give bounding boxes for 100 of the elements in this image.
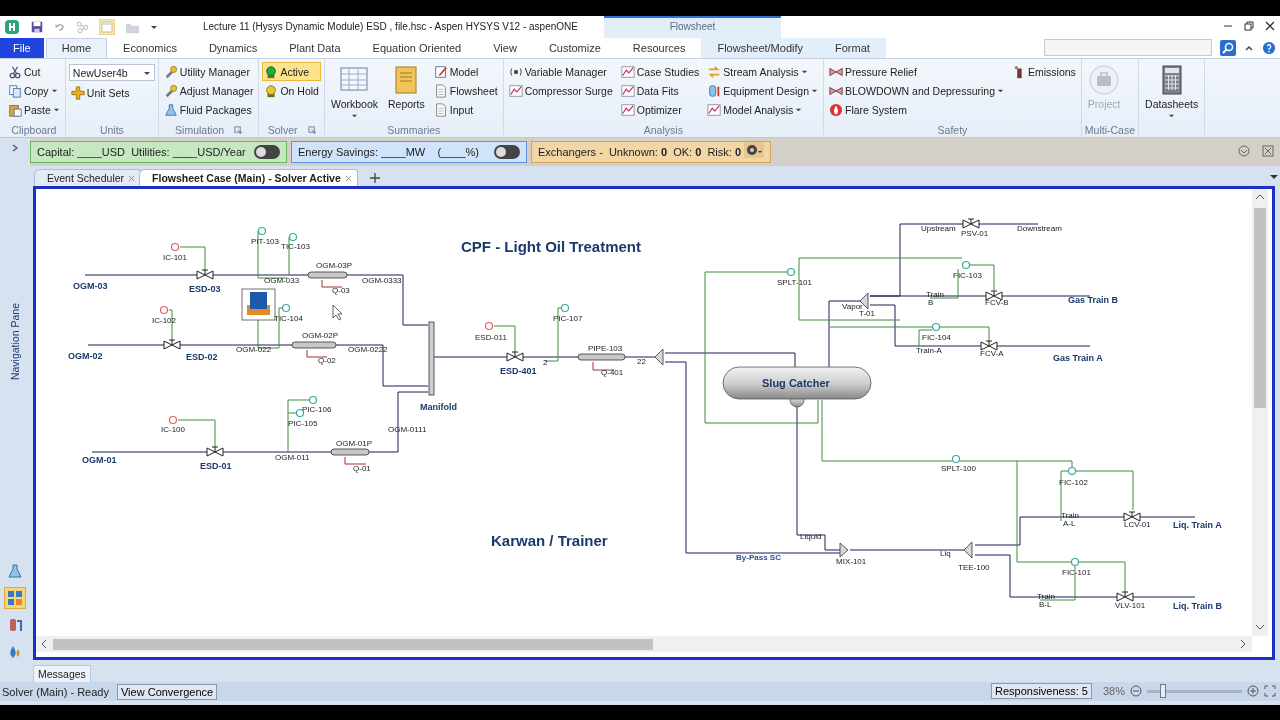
ribbon-tab[interactable]: File	[0, 38, 44, 58]
ribbon-button[interactable]: BLOWDOWN and Depressuring	[827, 81, 1006, 100]
ribbon-button[interactable]: Data Fits	[618, 81, 702, 100]
stream-label: ESD-401	[500, 366, 537, 376]
controller-icon[interactable]	[931, 322, 941, 332]
ribbon-button[interactable]: Model Analysis	[705, 100, 821, 119]
network-icon[interactable]	[76, 20, 89, 34]
view-convergence-button[interactable]: View Convergence	[117, 683, 218, 700]
ribbon-tab[interactable]: Customize	[532, 38, 617, 58]
ribbon-button[interactable]: Active	[262, 62, 321, 81]
ribbon-tab[interactable]: Plant Data	[273, 38, 357, 58]
save-icon[interactable]	[30, 20, 44, 34]
stream-label: ESD-01	[200, 461, 232, 471]
navigation-pane-label[interactable]: Navigation Pane	[9, 303, 21, 381]
ribbon-button[interactable]: Fluid Packages	[161, 100, 256, 119]
controller-icon[interactable]	[961, 260, 971, 270]
ribbon-button[interactable]: Case Studies	[618, 62, 702, 81]
ribbon-button[interactable]: Model	[431, 62, 500, 81]
nav-tool-button[interactable]	[4, 587, 26, 610]
controller-icon[interactable]	[1070, 557, 1080, 567]
toggle-switch[interactable]	[254, 145, 280, 159]
controller-icon[interactable]	[951, 454, 961, 464]
restore-icon[interactable]	[1243, 20, 1255, 32]
ribbon-button[interactable]: Reports	[385, 62, 428, 118]
ribbon-tab[interactable]: Resources	[616, 38, 702, 58]
ribbon-button[interactable]: Unit Sets	[68, 83, 155, 102]
close-icon[interactable]	[1264, 20, 1276, 32]
ribbon-button[interactable]: Paste	[6, 100, 62, 119]
undo-icon[interactable]	[54, 21, 66, 33]
group-title: Summaries	[387, 123, 441, 136]
unit-set-dropdown[interactable]: NewUser4b	[68, 64, 155, 81]
controller-icon[interactable]	[308, 395, 318, 405]
ribbon-button[interactable]: On Hold	[262, 81, 321, 100]
ribbon-button[interactable]: Cut	[6, 62, 62, 81]
controller-icon[interactable]	[168, 415, 178, 425]
controller-icon[interactable]	[484, 321, 494, 331]
ribbon-tab[interactable]: Format	[819, 38, 886, 58]
caret-icon[interactable]	[150, 23, 158, 31]
app-logo-icon[interactable]	[4, 19, 20, 35]
pfd-icon[interactable]	[241, 288, 276, 321]
stream-label: Liq. Train B	[1173, 601, 1222, 611]
ribbon-button[interactable]: Utility Manager	[161, 62, 256, 81]
zoom-slider-thumb[interactable]	[1160, 683, 1167, 698]
ribbon-tab[interactable]: Dynamics	[192, 38, 274, 58]
valve-icon	[962, 218, 980, 229]
toggle-switch[interactable]	[494, 145, 520, 159]
expand-chevron-icon[interactable]	[10, 143, 20, 153]
ribbon-button[interactable]: Adjust Manager	[161, 81, 256, 100]
scrollbar-thumb[interactable]	[1254, 207, 1266, 408]
messages-tab[interactable]: Messages	[33, 665, 91, 682]
search-field[interactable]	[1044, 39, 1212, 56]
panel-text: Energy Savings: ____MW (____%)	[298, 146, 479, 158]
ribbon-button[interactable]: Datasheets	[1142, 62, 1202, 118]
ribbon-button[interactable]: Stream Analysis	[705, 62, 821, 81]
ribbon-button[interactable]: Variable Manager	[506, 62, 615, 81]
controller-icon[interactable]	[560, 303, 570, 313]
window-title: Lecture 11 (Hysys Dynamic Module) ESD , file.hsc - Aspen HYSYS V12 - aspenONE	[203, 21, 578, 32]
chart-icon	[707, 102, 722, 117]
ribbon-tab[interactable]: Flowsheet/Modify	[701, 38, 819, 58]
wrench-icon	[163, 64, 178, 79]
stream-label: Manifold	[420, 402, 457, 412]
ribbon-button[interactable]: Input	[431, 100, 500, 119]
dialog-launcher-icon[interactable]	[307, 125, 316, 134]
scrollbar-thumb[interactable]	[53, 638, 653, 650]
controller-icon[interactable]	[281, 303, 291, 313]
controller-icon[interactable]	[159, 305, 169, 315]
ribbon-tab[interactable]: Equation Oriented	[356, 38, 478, 58]
ribbon-button[interactable]: Pressure Relief	[827, 62, 1006, 81]
controller-icon[interactable]	[1067, 466, 1077, 476]
ribbon-button[interactable]: Compressor Surge	[506, 81, 615, 100]
controller-icon[interactable]	[170, 242, 180, 252]
controller-icon[interactable]	[257, 226, 267, 236]
zoom-out-icon[interactable]	[1130, 685, 1142, 697]
ribbon-button[interactable]: Workbook	[327, 62, 381, 118]
controller-icon[interactable]	[786, 267, 796, 277]
fit-view-icon[interactable]	[1264, 685, 1276, 697]
ribbon-button[interactable]: Flare System	[827, 100, 1006, 119]
ribbon-button[interactable]: Optimizer	[618, 100, 702, 119]
ribbon-button[interactable]: Equipment Design	[705, 81, 821, 100]
ribbon-tab[interactable]: Home	[45, 38, 108, 58]
collapse-icon[interactable]	[1238, 145, 1250, 157]
scissors-icon	[8, 64, 22, 79]
ribbon-tab[interactable]: Economics	[107, 38, 193, 58]
document-tab[interactable]: Event Scheduler	[34, 169, 142, 186]
ribbon-button[interactable]: Flowsheet	[431, 81, 500, 100]
scroll-down-icon[interactable]	[1255, 622, 1265, 632]
scroll-right-icon[interactable]	[1238, 639, 1248, 649]
zoom-in-icon[interactable]	[1247, 685, 1259, 697]
responsiveness-button[interactable]: Responsiveness: 5	[991, 683, 1092, 699]
add-tab-icon[interactable]	[369, 173, 380, 183]
flowsheet-title: Karwan / Trainer	[491, 532, 608, 549]
search-icon[interactable]	[1220, 39, 1236, 56]
caret-icon[interactable]	[1270, 173, 1278, 181]
ribbon-tab[interactable]: View	[477, 38, 533, 58]
help-icon[interactable]	[1262, 40, 1276, 55]
document-tab[interactable]: Flowsheet Case (Main) - Solver Active	[139, 169, 358, 186]
dialog-launcher-icon[interactable]	[234, 125, 243, 134]
ribbon-button[interactable]: Copy	[6, 81, 62, 100]
controller-icon[interactable]	[288, 232, 298, 242]
ribbon-button[interactable]: Emissions	[1010, 62, 1078, 81]
